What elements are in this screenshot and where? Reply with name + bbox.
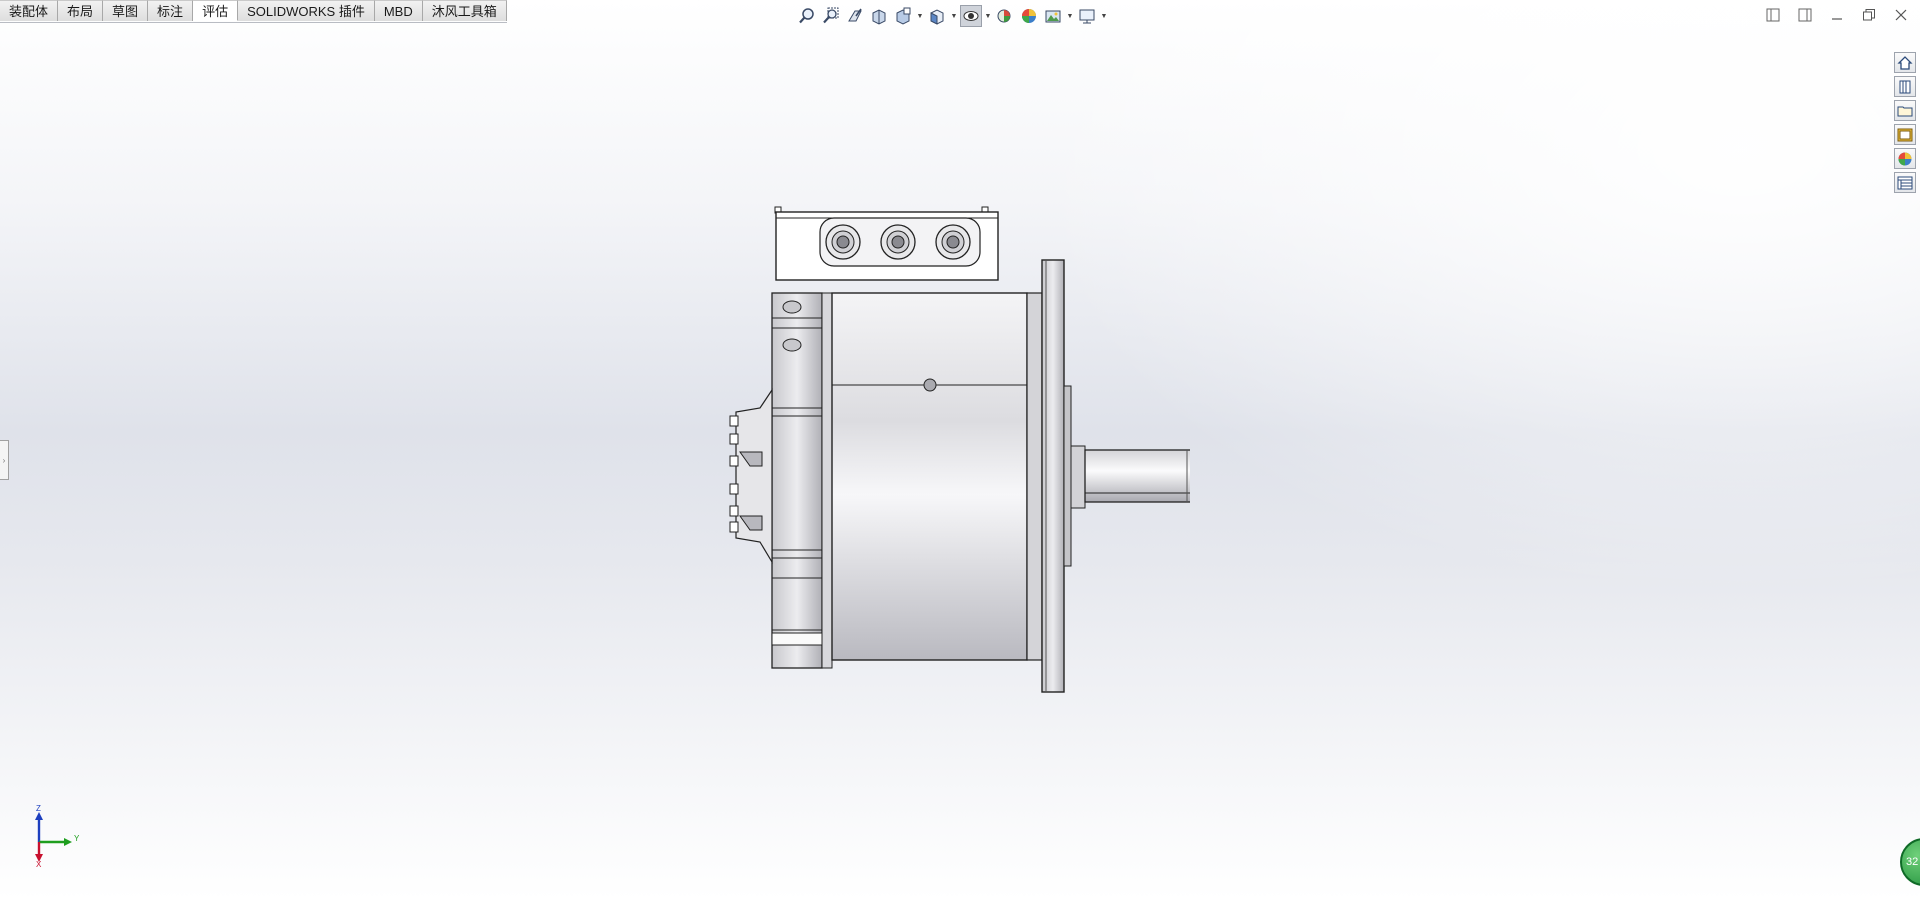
encoder-bracket (729, 388, 773, 565)
tab-markup[interactable]: 标注 (148, 0, 194, 21)
dynamic-annotation-view-icon[interactable] (892, 5, 914, 27)
close-icon[interactable] (1890, 5, 1912, 25)
chevron-down-icon[interactable]: ▼ (1100, 5, 1108, 27)
restore-icon[interactable] (1858, 5, 1880, 25)
tab-evaluate[interactable]: 评估 (193, 0, 239, 21)
appearances-scenes-icon[interactable] (1894, 148, 1916, 169)
design-library-icon[interactable] (1894, 76, 1916, 97)
zoom-to-fit-icon[interactable] (796, 5, 818, 27)
solidworks-resources-icon[interactable] (1894, 52, 1916, 73)
apply-scene-icon[interactable] (1042, 5, 1064, 27)
edit-appearance-icon[interactable] (1018, 5, 1040, 27)
chevron-down-icon[interactable]: ▼ (950, 5, 958, 27)
custom-properties-icon[interactable] (1894, 172, 1916, 193)
axis-y-label: Y (74, 834, 80, 843)
section-view-icon[interactable] (868, 5, 890, 27)
minimize-icon[interactable] (1826, 5, 1848, 25)
axis-x-label: X (36, 860, 42, 869)
chevron-down-icon[interactable]: ▼ (1066, 5, 1074, 27)
cable-gland-1 (825, 224, 861, 260)
front-flange (1041, 259, 1086, 693)
window-controls (1762, 5, 1912, 25)
heads-up-view-toolbar: ▼ ▼ ▼ ▼ ▼ (796, 3, 1108, 29)
tab-mufeng-toolbox[interactable]: 沐风工具箱 (422, 0, 507, 21)
view-settings-icon[interactable] (1076, 5, 1098, 27)
previous-view-icon[interactable] (844, 5, 866, 27)
zoom-to-area-icon[interactable] (820, 5, 842, 27)
file-explorer-icon[interactable] (1894, 100, 1916, 121)
view-palette-icon[interactable] (1894, 124, 1916, 145)
cable-gland-3 (935, 224, 971, 260)
tile-right-icon[interactable] (1794, 5, 1816, 25)
tab-layout[interactable]: 布局 (58, 0, 104, 21)
output-shaft (1084, 449, 1190, 503)
rear-end-cap (771, 292, 833, 669)
cable-gland-2 (880, 224, 916, 260)
display-style-icon[interactable] (960, 5, 982, 27)
feature-manager-toggle[interactable]: › (0, 440, 9, 480)
motor-assembly-model[interactable] (710, 190, 1190, 700)
tile-left-icon[interactable] (1762, 5, 1784, 25)
command-manager-tabs: 装配体 布局 草图 标注 评估 SOLIDWORKS 插件 MBD 沐风工具箱 (0, 0, 507, 23)
reference-triad: Z Y X (24, 804, 84, 870)
chevron-down-icon[interactable]: ▼ (916, 5, 924, 27)
hide-show-items-icon[interactable] (994, 5, 1016, 27)
axis-z-label: Z (36, 804, 41, 813)
view-orientation-icon[interactable] (926, 5, 948, 27)
notification-badge[interactable]: 32 (1900, 838, 1920, 886)
tab-mbd[interactable]: MBD (374, 0, 423, 21)
task-pane (1894, 52, 1918, 193)
tab-assembly[interactable]: 装配体 (0, 0, 59, 21)
tab-sketch[interactable]: 草图 (103, 0, 149, 21)
chevron-down-icon[interactable]: ▼ (984, 5, 992, 27)
junction-box (774, 206, 999, 281)
tab-solidworks-addins[interactable]: SOLIDWORKS 插件 (238, 0, 375, 21)
motor-housing (831, 292, 1043, 661)
